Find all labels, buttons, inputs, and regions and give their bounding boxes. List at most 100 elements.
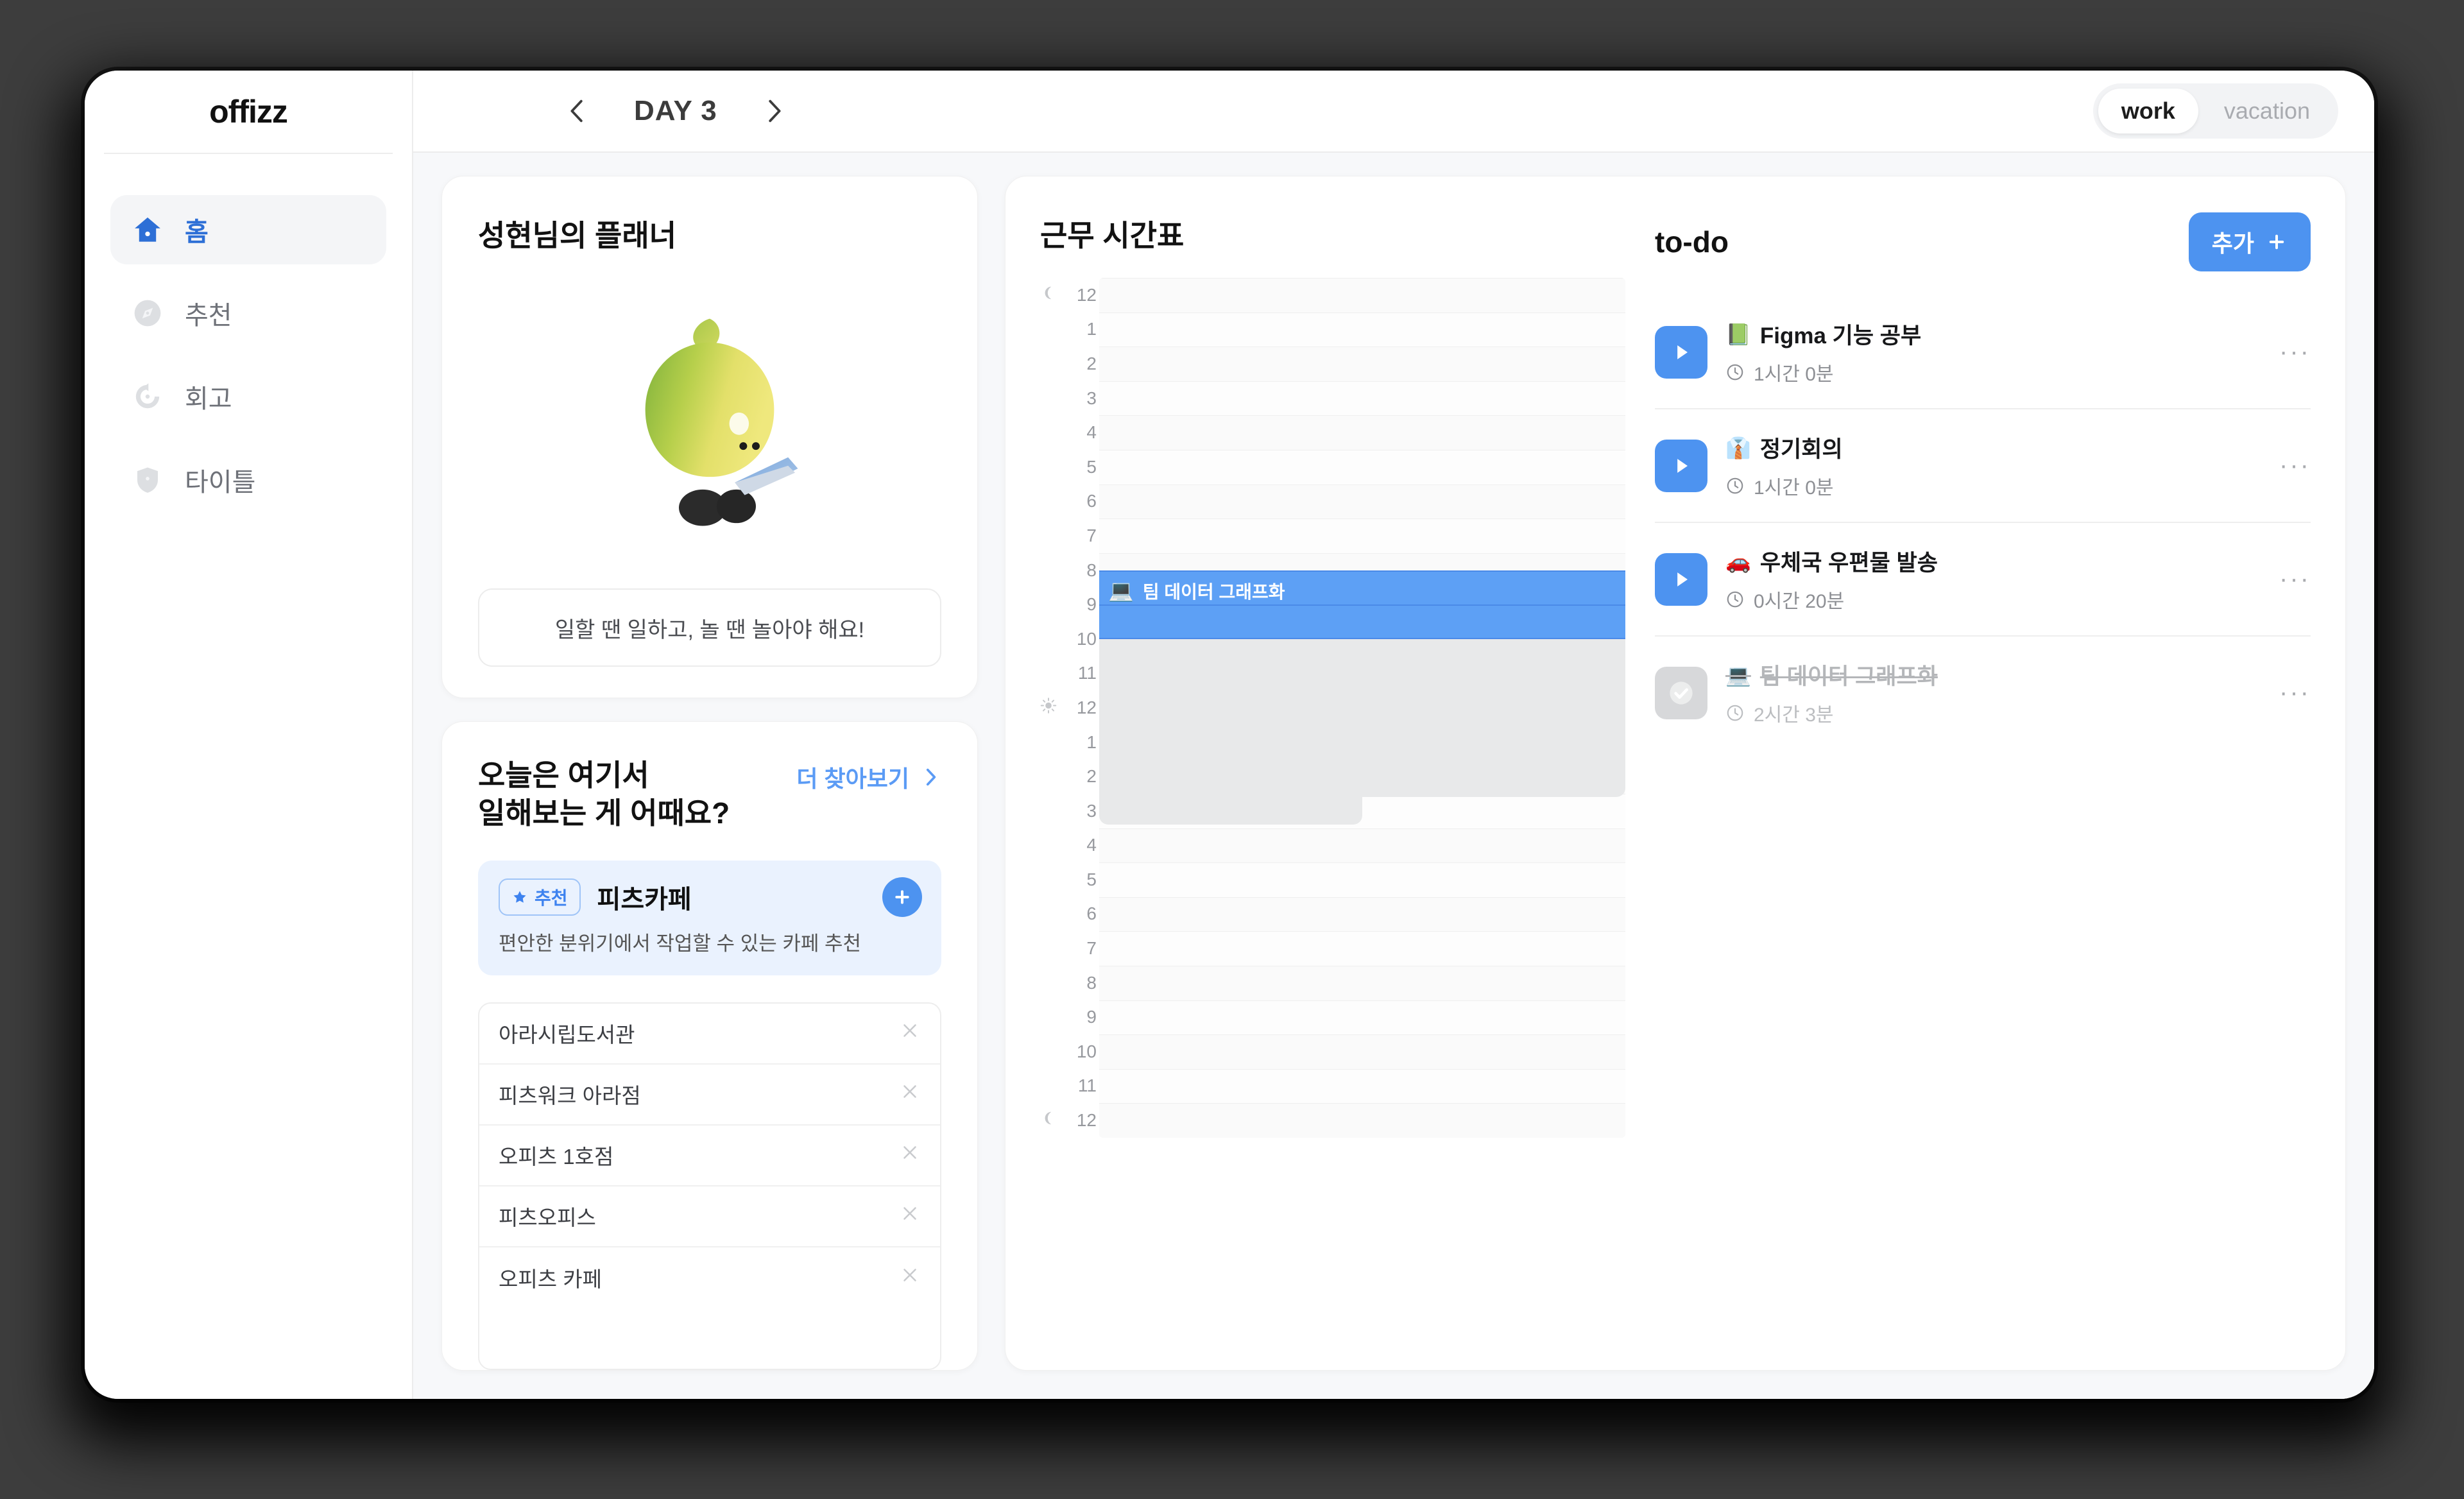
hour-text: 12 <box>1076 1110 1097 1131</box>
day-label: DAY 3 <box>634 95 717 126</box>
todo-text: 💻 팀 데이터 그래프화 2시간 3분 <box>1725 658 2250 727</box>
todo-more-icon[interactable]: ··· <box>2268 451 2311 480</box>
todo-item[interactable]: 📗 Figma 기능 공부 1시간 0분 ··· <box>1655 296 2311 409</box>
timetable-hour-label: 12 <box>1040 1103 1099 1138</box>
recommend-title-line2: 일해보는 게 어때요? <box>478 796 730 830</box>
todo-emoji-icon: 👔 <box>1725 436 1751 459</box>
list-item[interactable]: 피츠워크 아라점 <box>479 1065 940 1126</box>
timetable-row[interactable] <box>1099 828 1625 863</box>
todo-panel: to-do 추가 📗 Figma 기능 공부 1시간 0분 ··· 👔 정기회의 1시간 0… <box>1655 212 2311 1339</box>
add-place-button[interactable] <box>882 877 922 917</box>
close-icon[interactable] <box>899 1081 921 1108</box>
toggle-option-work[interactable]: work <box>2098 89 2198 133</box>
timetable-panel: 근무 시간표 12 1 2 3 4 5 6 7 8 9 10 11 12 1 2 3 4 5 6 7 8 9 10 11 12 … <box>1040 212 1625 1339</box>
timetable-row[interactable] <box>1099 278 1625 313</box>
todo-item[interactable]: 👔 정기회의 1시간 0분 ··· <box>1655 409 2311 523</box>
timetable-gridline <box>1099 1000 1625 1001</box>
todo-more-icon[interactable]: ··· <box>2268 678 2311 707</box>
hour-text: 7 <box>1086 525 1097 545</box>
list-item[interactable]: 아라시립도서관 <box>479 1004 940 1065</box>
timetable-row[interactable] <box>1099 450 1625 484</box>
timetable-row[interactable] <box>1099 1000 1625 1035</box>
timetable-row[interactable] <box>1099 862 1625 897</box>
busy-block[interactable] <box>1099 797 1362 825</box>
timetable-hour-label: 5 <box>1040 862 1099 897</box>
status-badge: 추천 <box>499 878 581 916</box>
todo-name: 👔 정기회의 <box>1725 431 2250 464</box>
planner-title: 성현님의 플래너 <box>478 219 677 252</box>
timetable-row[interactable] <box>1099 347 1625 381</box>
timetable-row[interactable] <box>1099 896 1625 932</box>
timetable-row[interactable] <box>1099 931 1625 966</box>
todo-start-button[interactable] <box>1655 552 1707 606</box>
timetable-row[interactable] <box>1099 1034 1625 1069</box>
timetable-row[interactable] <box>1099 312 1625 347</box>
todo-start-button[interactable] <box>1655 325 1707 379</box>
recommend-title-line1: 오늘은 여기서 <box>478 758 649 792</box>
todo-start-button[interactable] <box>1655 439 1707 492</box>
featured-place[interactable]: 추천 피츠카페 편안한 분위기에서 작업할 수 있는 카페 추천 <box>478 860 941 975</box>
timetable-body[interactable]: 💻 팀 데이터 그래프화 <box>1099 278 1625 1138</box>
chevron-left-icon[interactable] <box>560 93 595 129</box>
list-item[interactable]: 오피츠 카페 <box>479 1247 940 1308</box>
refresh-icon <box>131 380 164 413</box>
sidebar-item-label: 홈 <box>185 218 209 246</box>
timetable-hour-label: 5 <box>1040 450 1099 484</box>
right-column: 근무 시간표 12 1 2 3 4 5 6 7 8 9 10 11 12 1 2 3 4 5 6 7 8 9 10 11 12 … <box>1005 176 2346 1371</box>
todo-more-icon[interactable]: ··· <box>2268 338 2311 366</box>
list-item[interactable]: 오피츠 1호점 <box>479 1126 940 1186</box>
timetable-row[interactable] <box>1099 518 1625 553</box>
clock-icon <box>1727 364 1743 381</box>
planner-quote: 일할 땐 일하고, 놀 땐 놀아야 해요! <box>478 588 941 667</box>
moon-icon <box>1040 1110 1057 1131</box>
close-icon[interactable] <box>899 1264 921 1292</box>
busy-block[interactable] <box>1099 638 1625 798</box>
close-icon[interactable] <box>899 1203 921 1230</box>
event-hour-divider <box>1099 604 1625 606</box>
featured-place-name: 피츠카페 <box>597 885 692 914</box>
todo-duration-text: 2시간 3분 <box>1754 705 1834 726</box>
find-more-link[interactable]: 더 찾아보기 <box>796 757 941 794</box>
app-logo: offizz <box>209 94 288 130</box>
todo-item[interactable]: 💻 팀 데이터 그래프화 2시간 3분 ··· <box>1655 637 2311 749</box>
sidebar-item-title[interactable]: 타이틀 <box>110 445 386 515</box>
timetable-row[interactable] <box>1099 381 1625 416</box>
timetable-hour-label: 11 <box>1040 656 1099 691</box>
topbar: DAY 3 work vacation <box>413 71 2374 153</box>
star-icon <box>513 891 526 903</box>
hour-text: 5 <box>1086 869 1097 889</box>
add-todo-button[interactable]: 추가 <box>2188 212 2311 271</box>
timetable-row[interactable] <box>1099 484 1625 519</box>
left-column: 성현님의 플래너 일할 땐 일하고, 놀 땐 놀아야 해요! 오늘은 여기서 일… <box>441 176 978 1371</box>
todo-text: 👔 정기회의 1시간 0분 <box>1725 431 2250 500</box>
play-icon <box>1677 458 1688 473</box>
todo-complete-button[interactable] <box>1655 666 1707 719</box>
todo-name: 💻 팀 데이터 그래프화 <box>1725 658 2250 691</box>
calendar-event[interactable]: 💻 팀 데이터 그래프화 <box>1099 570 1625 639</box>
app-window: offizz 홈 추천 회고 타이틀 DAY 3 work vacation 성… <box>85 71 2374 1399</box>
hour-text: 3 <box>1086 800 1097 821</box>
hour-text: 6 <box>1086 904 1097 924</box>
clock-icon <box>1727 591 1743 608</box>
timetable-hour-label: 4 <box>1040 415 1099 450</box>
chevron-right-icon[interactable] <box>756 93 792 129</box>
mascot-illustration <box>478 255 941 588</box>
todo-item[interactable]: 🚗 우체국 우편물 발송 0시간 20분 ··· <box>1655 523 2311 637</box>
timetable-gridline <box>1099 828 1625 829</box>
timetable-row[interactable] <box>1099 415 1625 450</box>
hour-text: 9 <box>1086 1007 1097 1027</box>
toggle-option-vacation[interactable]: vacation <box>2201 89 2333 133</box>
sidebar-item-retrospective[interactable]: 회고 <box>110 362 386 431</box>
timetable-hour-label: 6 <box>1040 484 1099 519</box>
list-item[interactable]: 피츠오피스 <box>479 1186 940 1247</box>
timetable-row[interactable] <box>1099 1068 1625 1104</box>
todo-more-icon[interactable]: ··· <box>2268 565 2311 594</box>
timetable-row[interactable] <box>1099 1103 1625 1138</box>
sidebar-item-recommend[interactable]: 추천 <box>110 278 386 348</box>
todo-header: to-do 추가 <box>1655 212 2311 271</box>
sidebar-item-home[interactable]: 홈 <box>110 195 386 264</box>
close-icon[interactable] <box>899 1020 921 1047</box>
timetable-row[interactable] <box>1099 966 1625 1000</box>
close-icon[interactable] <box>899 1142 921 1169</box>
timetable-gridline <box>1099 1103 1625 1104</box>
